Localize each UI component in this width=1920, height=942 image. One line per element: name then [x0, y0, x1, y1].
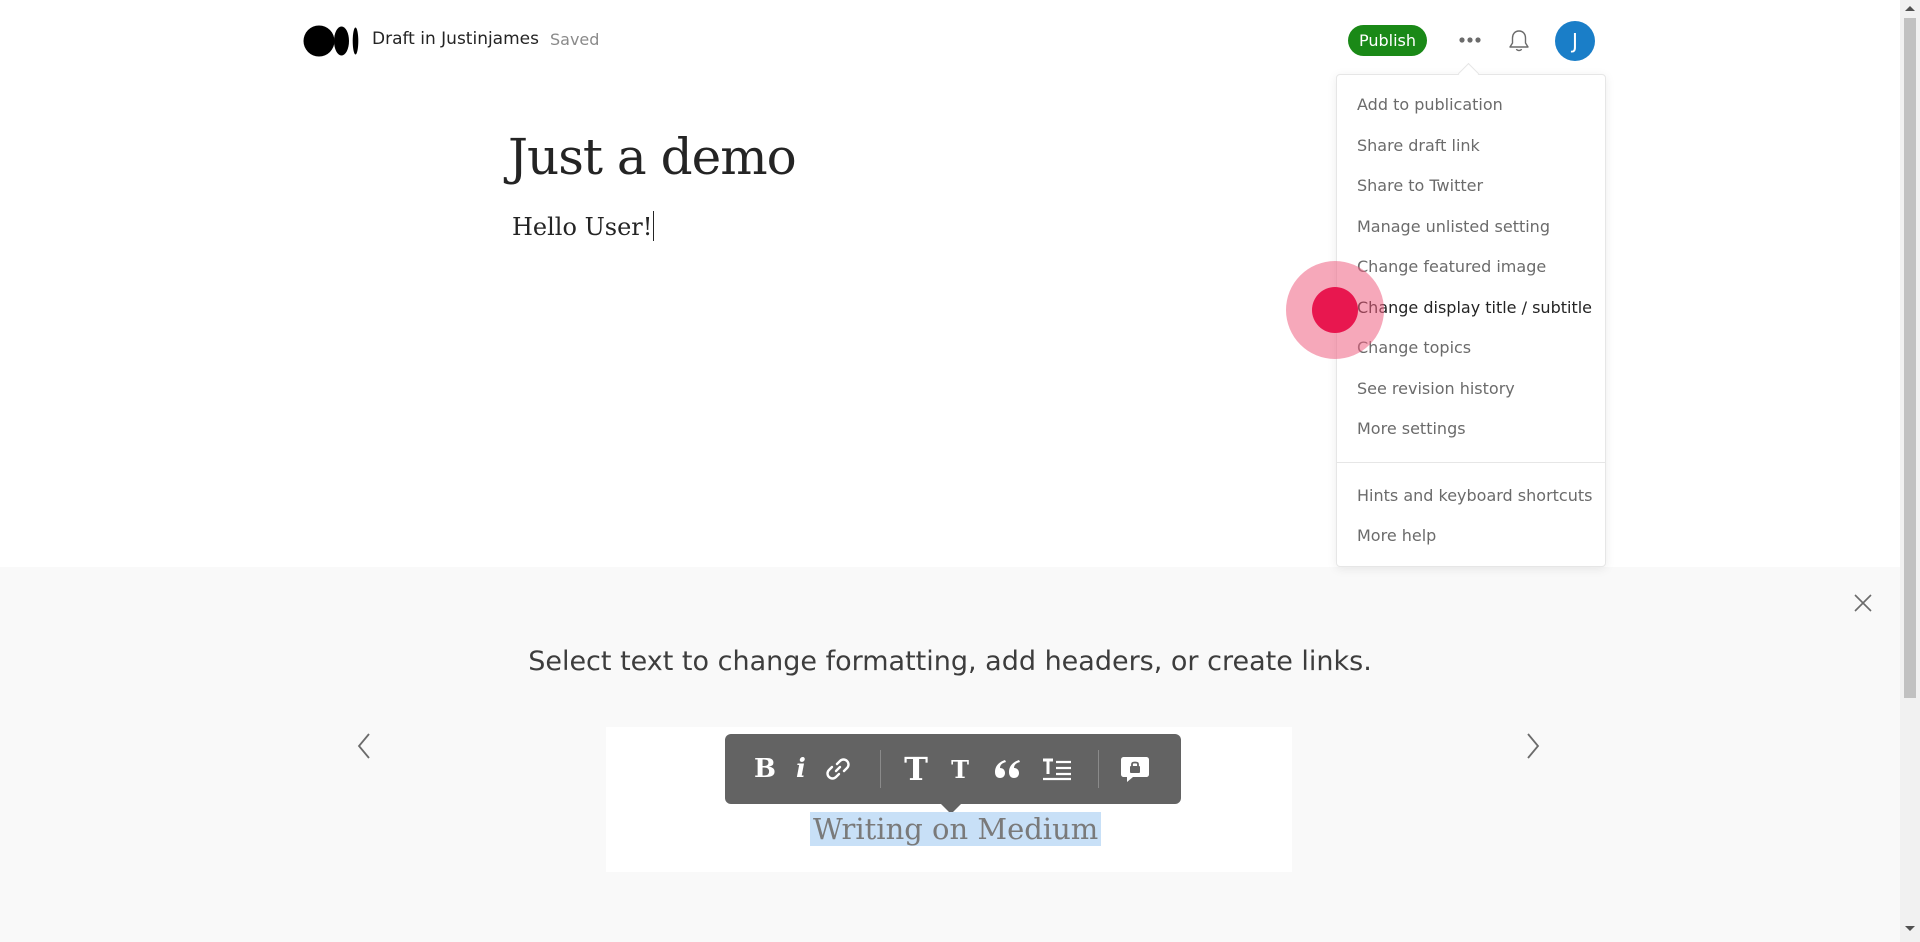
bold-button[interactable]: B: [751, 751, 779, 787]
hint-demo-card: B i T T Writing on Medium: [606, 727, 1292, 872]
close-hints-button[interactable]: [1851, 591, 1875, 615]
menu-item-change-display-title[interactable]: Change display title / subtitle: [1357, 298, 1592, 317]
more-options-button[interactable]: [1457, 27, 1483, 53]
private-note-icon: [1121, 757, 1149, 782]
close-icon: [1854, 594, 1872, 612]
story-body-text: Hello User!: [512, 213, 653, 241]
quote-icon: [995, 760, 1020, 778]
avatar[interactable]: J: [1555, 21, 1595, 61]
link-icon: [826, 758, 850, 780]
small-title-button[interactable]: T: [947, 751, 973, 787]
story-body[interactable]: Hello User!: [512, 211, 655, 241]
editor-header: Draft in Justinjames Saved Publish J: [0, 0, 1900, 82]
more-horizontal-icon: [1459, 37, 1481, 43]
large-title-button[interactable]: T: [901, 750, 931, 788]
scroll-up-arrow-icon[interactable]: [1905, 6, 1915, 11]
draft-location-label: Draft in Justinjames: [372, 29, 539, 49]
previous-hint-button[interactable]: [349, 731, 379, 761]
toolbar-separator: [1098, 750, 1099, 788]
story-title[interactable]: Just a demo: [508, 128, 797, 186]
drop-cap-button[interactable]: [1040, 751, 1074, 787]
bell-icon: [1509, 30, 1529, 52]
drop-cap-icon: [1043, 758, 1071, 781]
chevron-right-icon: [1527, 733, 1540, 759]
next-hint-button[interactable]: [1518, 731, 1548, 761]
quote-button[interactable]: [991, 751, 1023, 787]
click-indicator-dot: [1312, 287, 1358, 333]
scrollbar-thumb[interactable]: [1904, 18, 1916, 698]
save-status: Saved: [550, 30, 600, 49]
menu-item-change-featured-image[interactable]: Change featured image: [1357, 257, 1546, 276]
menu-item-change-topics[interactable]: Change topics: [1357, 338, 1471, 357]
hint-description: Select text to change formatting, add he…: [528, 646, 1372, 677]
private-note-button[interactable]: [1117, 751, 1153, 787]
menu-item-more-help[interactable]: More help: [1357, 526, 1436, 545]
menu-divider: [1337, 462, 1605, 463]
menu-item-hints-shortcuts[interactable]: Hints and keyboard shortcuts: [1357, 486, 1592, 505]
menu-item-more-settings[interactable]: More settings: [1357, 419, 1466, 438]
chevron-left-icon: [357, 733, 370, 759]
toolbar-separator: [880, 750, 881, 788]
link-button[interactable]: [822, 751, 854, 787]
menu-item-share-draft-link[interactable]: Share draft link: [1357, 136, 1480, 155]
format-toolbar: B i T T: [725, 734, 1181, 804]
scroll-down-arrow-icon[interactable]: [1905, 926, 1915, 931]
publish-button[interactable]: Publish: [1348, 25, 1427, 56]
menu-item-add-to-publication[interactable]: Add to publication: [1357, 95, 1503, 114]
hints-panel: Select text to change formatting, add he…: [0, 567, 1900, 942]
italic-button[interactable]: i: [790, 751, 812, 787]
menu-item-share-to-twitter[interactable]: Share to Twitter: [1357, 176, 1483, 195]
selected-demo-text: Writing on Medium: [810, 812, 1102, 846]
medium-logo-icon[interactable]: [303, 25, 361, 57]
page-scrollbar[interactable]: [1900, 0, 1920, 942]
text-cursor: [653, 211, 655, 241]
menu-item-see-revision-history[interactable]: See revision history: [1357, 379, 1515, 398]
notifications-button[interactable]: [1505, 27, 1533, 55]
menu-item-manage-unlisted-setting[interactable]: Manage unlisted setting: [1357, 217, 1550, 236]
